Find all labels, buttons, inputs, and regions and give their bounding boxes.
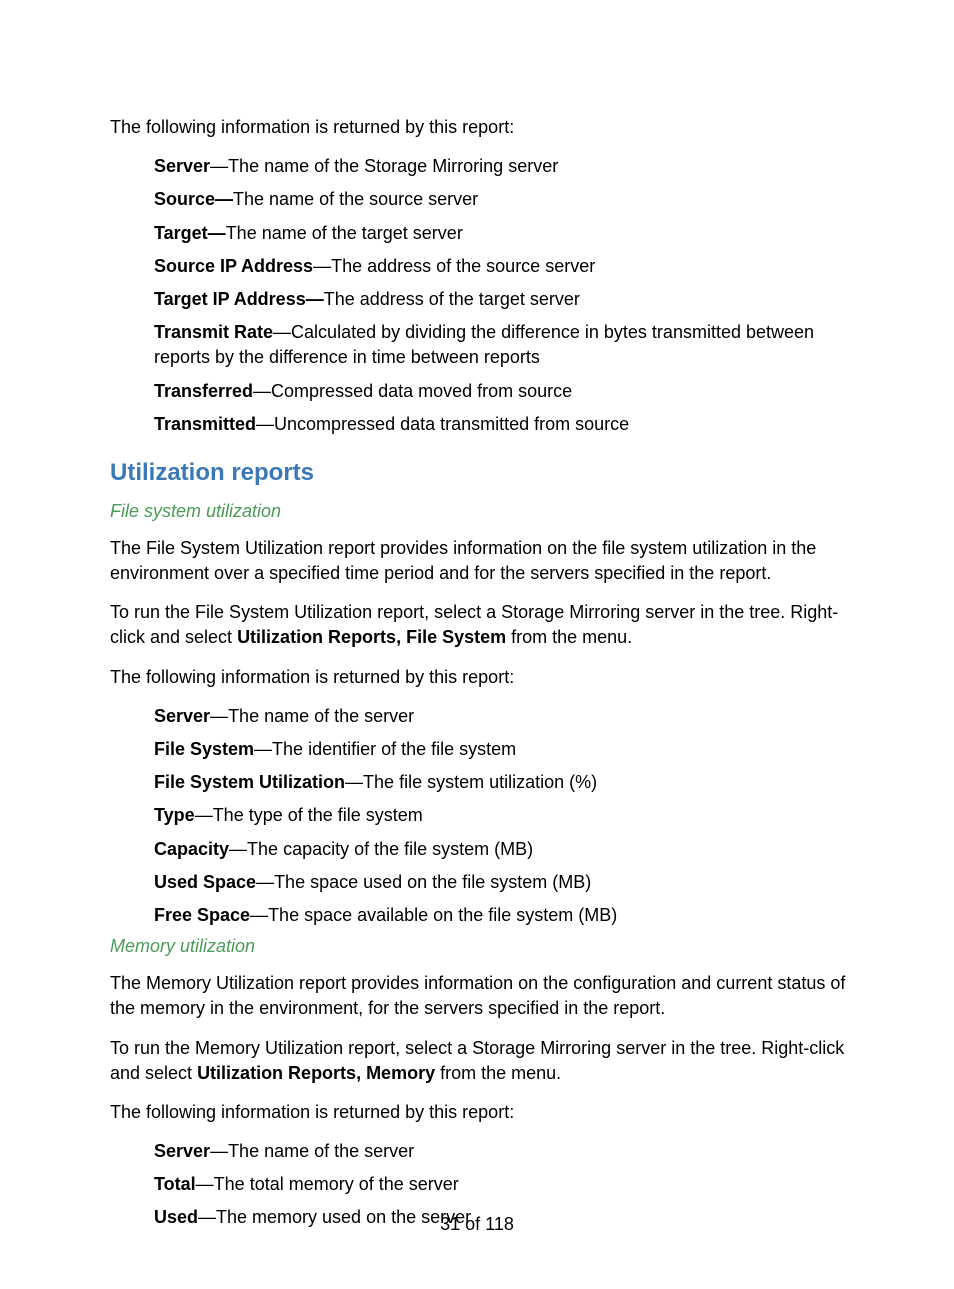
definition-description: —The space used on the file system (MB) [256,872,591,892]
definition-term: Transmitted [154,414,256,434]
definition-list-1: Server—The name of the Storage Mirroring… [110,154,846,437]
definition-item: File System Utilization—The file system … [154,770,846,795]
definition-item: File System—The identifier of the file s… [154,737,846,762]
definition-description: —The capacity of the file system (MB) [229,839,533,859]
definition-term: Transferred [154,381,253,401]
definition-description: —The type of the file system [195,805,423,825]
intro-paragraph: The following information is returned by… [110,115,846,140]
definition-item: Total—The total memory of the server [154,1172,846,1197]
definition-term: Server [154,156,210,176]
definition-description: —Compressed data moved from source [253,381,572,401]
page-number: 31 of 118 [0,1214,954,1235]
definition-item: Used Space—The space used on the file sy… [154,870,846,895]
definition-item: Target IP Address—The address of the tar… [154,287,846,312]
mem-paragraph-3: The following information is returned by… [110,1100,846,1125]
definition-term: Server [154,706,210,726]
definition-item: Transmitted—Uncompressed data transmitte… [154,412,846,437]
mem-p2-bold: Utilization Reports, Memory [197,1063,435,1083]
definition-term: Capacity [154,839,229,859]
definition-description: —The name of the server [210,1141,414,1161]
definition-item: Transferred—Compressed data moved from s… [154,379,846,404]
definition-list-fs: Server—The name of the server File System… [110,704,846,928]
definition-item: Server—The name of the Storage Mirroring… [154,154,846,179]
page-container: The following information is returned by… [0,0,954,1289]
definition-term: File System Utilization [154,772,345,792]
definition-description: —The identifier of the file system [254,739,516,759]
definition-description: —The space available on the file system … [250,905,617,925]
definition-description: —The name of the Storage Mirroring serve… [210,156,558,176]
definition-term: Target— [154,223,226,243]
definition-term: Source IP Address [154,256,313,276]
definition-term: Source— [154,189,233,209]
definition-term: Server [154,1141,210,1161]
definition-description: —The name of the server [210,706,414,726]
definition-term: Free Space [154,905,250,925]
definition-item: Server—The name of the server [154,1139,846,1164]
fs-paragraph-1: The File System Utilization report provi… [110,536,846,586]
definition-term: Target IP Address— [154,289,324,309]
definition-item: Source IP Address—The address of the sou… [154,254,846,279]
definition-term: Used Space [154,872,256,892]
definition-term: Type [154,805,195,825]
mem-paragraph-2: To run the Memory Utilization report, se… [110,1036,846,1086]
definition-description: —Uncompressed data transmitted from sour… [256,414,629,434]
definition-description: The address of the target server [324,289,580,309]
heading-file-system-utilization: File system utilization [110,501,846,522]
definition-item: Type—The type of the file system [154,803,846,828]
definition-description: —The total memory of the server [196,1174,459,1194]
definition-term: Total [154,1174,196,1194]
definition-description: The name of the source server [233,189,478,209]
heading-memory-utilization: Memory utilization [110,936,846,957]
fs-p2-text-b: from the menu. [506,627,632,647]
definition-description: The name of the target server [226,223,463,243]
fs-paragraph-3: The following information is returned by… [110,665,846,690]
heading-utilization-reports: Utilization reports [110,459,846,487]
definition-description: —The file system utilization (%) [345,772,597,792]
fs-paragraph-2: To run the File System Utilization repor… [110,600,846,650]
definition-item: Transmit Rate—Calculated by dividing the… [154,320,846,370]
definition-item: Free Space—The space available on the fi… [154,903,846,928]
mem-p2-text-b: from the menu. [435,1063,561,1083]
definition-item: Target—The name of the target server [154,221,846,246]
definition-term: Transmit Rate [154,322,273,342]
definition-term: File System [154,739,254,759]
fs-p2-bold: Utilization Reports, File System [237,627,506,647]
mem-paragraph-1: The Memory Utilization report provides i… [110,971,846,1021]
definition-description: —The address of the source server [313,256,595,276]
definition-item: Source—The name of the source server [154,187,846,212]
definition-item: Capacity—The capacity of the file system… [154,837,846,862]
definition-item: Server—The name of the server [154,704,846,729]
